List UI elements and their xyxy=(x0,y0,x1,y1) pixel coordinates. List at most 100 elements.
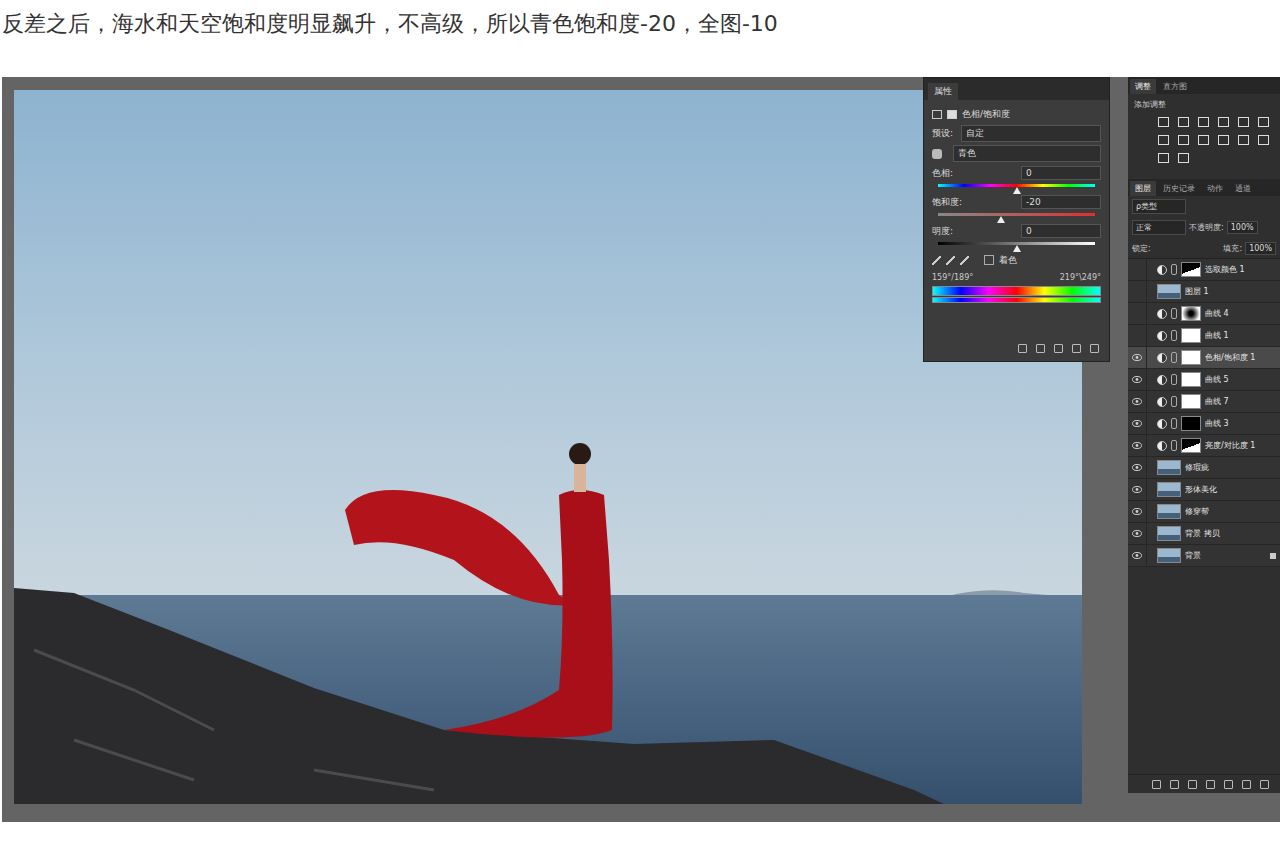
eye-icon[interactable] xyxy=(1132,552,1142,559)
opacity-label: 不透明度: xyxy=(1189,222,1224,233)
adjustment-icon[interactable] xyxy=(1178,135,1189,145)
eye-icon[interactable] xyxy=(1132,442,1142,449)
properties-tab[interactable]: 属性 xyxy=(928,83,958,100)
eye-icon[interactable] xyxy=(1132,376,1142,383)
range-bar[interactable] xyxy=(932,286,1101,296)
mask-thumbnail xyxy=(1181,328,1201,343)
footer-icon[interactable] xyxy=(1188,780,1197,789)
channel-row: 青色 xyxy=(932,145,1101,162)
eyedropper-minus-icon[interactable] xyxy=(960,256,969,265)
footer-icon[interactable] xyxy=(1260,780,1269,789)
layer-row[interactable]: 图层 1 xyxy=(1128,281,1280,303)
adjustment-icon[interactable] xyxy=(1238,117,1249,127)
colorize-checkbox[interactable] xyxy=(984,255,994,265)
panel-tab[interactable]: 历史记录 xyxy=(1158,181,1200,196)
channel-dropdown[interactable]: 青色 xyxy=(953,145,1101,162)
layer-row[interactable]: 背景 拷贝 xyxy=(1128,523,1280,545)
visibility-toggle[interactable] xyxy=(1128,303,1147,324)
panel-tab[interactable]: 调整 xyxy=(1130,79,1156,94)
visibility-toggle[interactable] xyxy=(1128,479,1147,500)
adjustment-type: 色相/饱和度 xyxy=(962,108,1010,121)
visibility-toggle[interactable] xyxy=(1128,435,1147,456)
layer-row[interactable]: 修瑕疵 xyxy=(1128,457,1280,479)
visibility-toggle[interactable] xyxy=(1128,523,1147,544)
slider-track[interactable] xyxy=(938,213,1095,216)
adjustment-icon[interactable] xyxy=(1258,135,1269,145)
layer-row[interactable]: 曲线 7 xyxy=(1128,391,1280,413)
fill-field[interactable]: 100% xyxy=(1245,242,1276,255)
mask-icon[interactable] xyxy=(947,110,957,119)
layer-row[interactable]: 亮度/对比度 1 xyxy=(1128,435,1280,457)
adjustment-layer-icon xyxy=(1157,397,1167,407)
footer-icon[interactable] xyxy=(1242,780,1251,789)
adjustment-icon[interactable] xyxy=(1178,153,1189,163)
slider-value[interactable]: 0 xyxy=(1021,224,1101,238)
adjustment-icon[interactable] xyxy=(1198,117,1209,127)
eyedropper-plus-icon[interactable] xyxy=(946,256,955,265)
slider-track[interactable] xyxy=(938,242,1095,245)
adjustment-icon[interactable] xyxy=(1218,117,1229,127)
footer-icon[interactable] xyxy=(1072,344,1081,353)
footer-icon[interactable] xyxy=(1018,344,1027,353)
layer-row[interactable]: 背景 xyxy=(1128,545,1280,567)
adjustment-icon[interactable] xyxy=(1258,117,1269,127)
visibility-toggle[interactable] xyxy=(1128,325,1147,346)
visibility-toggle[interactable] xyxy=(1128,347,1147,368)
slider-value[interactable]: 0 xyxy=(1021,166,1101,180)
eye-icon[interactable] xyxy=(1132,530,1142,537)
adjustment-icon[interactable] xyxy=(1158,135,1169,145)
layer-row[interactable]: 修穿帮 xyxy=(1128,501,1280,523)
layer-row[interactable]: 色相/饱和度 1 xyxy=(1128,347,1280,369)
visibility-toggle[interactable] xyxy=(1128,391,1147,412)
footer-icon[interactable] xyxy=(1224,780,1233,789)
properties-panel[interactable]: 属性 色相/饱和度 预设: 自定 青色 色相: 0 饱和度: -20 明度: 0… xyxy=(923,77,1110,362)
slider-thumb[interactable] xyxy=(1013,187,1021,194)
visibility-toggle[interactable] xyxy=(1128,501,1147,522)
adjustment-icon[interactable] xyxy=(1218,135,1229,145)
panel-tab[interactable]: 通道 xyxy=(1230,181,1256,196)
eye-icon[interactable] xyxy=(1132,354,1142,361)
panel-tab[interactable]: 图层 xyxy=(1130,181,1156,196)
layer-row[interactable]: 曲线 1 xyxy=(1128,325,1280,347)
panel-tab[interactable]: 直方图 xyxy=(1158,79,1192,94)
blend-dropdown[interactable]: 正常 xyxy=(1132,220,1186,235)
layer-row[interactable]: 曲线 5 xyxy=(1128,369,1280,391)
eye-icon[interactable] xyxy=(1132,420,1142,427)
adjustment-icon[interactable] xyxy=(1158,153,1169,163)
footer-icon[interactable] xyxy=(1036,344,1045,353)
footer-icon[interactable] xyxy=(1152,780,1161,789)
hand-icon[interactable] xyxy=(932,149,942,159)
eye-icon[interactable] xyxy=(1132,508,1142,515)
adjustment-icon[interactable] xyxy=(1198,135,1209,145)
adjustment-icon[interactable] xyxy=(1178,117,1189,127)
visibility-toggle[interactable] xyxy=(1128,413,1147,434)
filter-dropdown[interactable]: ρ类型 xyxy=(1132,199,1186,214)
slider-track[interactable] xyxy=(938,184,1095,187)
slider-value[interactable]: -20 xyxy=(1021,195,1101,209)
footer-icon[interactable] xyxy=(1170,780,1179,789)
visibility-toggle[interactable] xyxy=(1128,457,1147,478)
footer-icon[interactable] xyxy=(1206,780,1215,789)
eyedropper-icon[interactable] xyxy=(932,256,941,265)
layer-row[interactable]: 曲线 3 xyxy=(1128,413,1280,435)
footer-icon[interactable] xyxy=(1090,344,1099,353)
eye-icon[interactable] xyxy=(1132,398,1142,405)
layer-row[interactable]: 形体美化 xyxy=(1128,479,1280,501)
eye-icon[interactable] xyxy=(1132,464,1142,471)
preset-dropdown[interactable]: 自定 xyxy=(961,125,1101,142)
slider-thumb[interactable] xyxy=(1013,245,1021,252)
slider-thumb[interactable] xyxy=(997,216,1005,223)
page: 反差之后，海水和天空饱和度明显飙升，不高级，所以青色饱和度-20，全图-10 属… xyxy=(0,0,1280,843)
visibility-toggle[interactable] xyxy=(1128,369,1147,390)
visibility-toggle[interactable] xyxy=(1128,259,1147,280)
opacity-field[interactable]: 100% xyxy=(1227,221,1258,234)
layer-row[interactable]: 选取颜色 1 xyxy=(1128,259,1280,281)
eye-icon[interactable] xyxy=(1132,486,1142,493)
footer-icon[interactable] xyxy=(1054,344,1063,353)
panel-tab[interactable]: 动作 xyxy=(1202,181,1228,196)
layer-row[interactable]: 曲线 4 xyxy=(1128,303,1280,325)
adjustment-icon[interactable] xyxy=(1158,117,1169,127)
adjustment-icon[interactable] xyxy=(1238,135,1249,145)
visibility-toggle[interactable] xyxy=(1128,545,1147,566)
visibility-toggle[interactable] xyxy=(1128,281,1147,302)
